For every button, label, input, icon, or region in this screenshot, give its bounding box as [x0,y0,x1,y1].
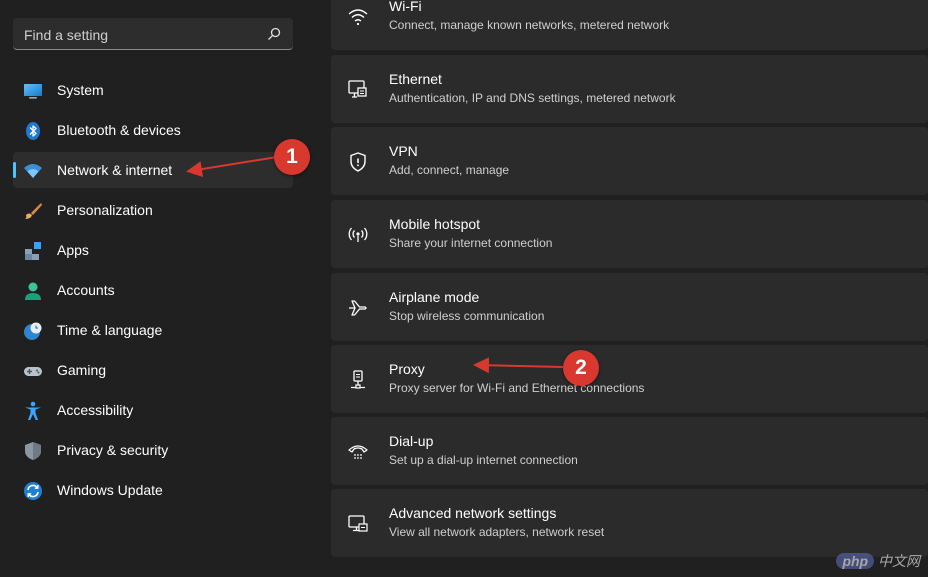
vpn-shield-icon [347,151,369,173]
card-title: Mobile hotspot [389,216,480,232]
sidebar-item-bluetooth[interactable]: Bluetooth & devices [13,112,293,148]
watermark-text: 中文网 [878,553,920,569]
search-input[interactable]: Find a setting [24,27,108,43]
sidebar-item-label: Accounts [57,282,115,298]
sidebar-item-label: Bluetooth & devices [57,122,181,138]
card-proxy[interactable]: Proxy Proxy server for Wi-Fi and Etherne… [331,345,928,413]
proxy-icon [347,369,369,391]
watermark-logo: php [836,553,874,569]
card-vpn[interactable]: VPN Add, connect, manage [331,127,928,195]
sidebar-item-label: Personalization [57,202,153,218]
search-icon[interactable] [267,27,281,41]
selection-indicator [13,162,16,178]
card-mobile-hotspot[interactable]: Mobile hotspot Share your internet conne… [331,200,928,268]
sidebar-item-accounts[interactable]: Accounts [13,272,293,308]
annotation-badge-1: 1 [274,139,310,175]
sidebar: Find a setting System Bluetooth & device… [0,0,310,577]
card-title: Airplane mode [389,289,479,305]
card-title: Proxy [389,361,425,377]
card-subtitle: Stop wireless communication [389,309,544,323]
sidebar-nav: System Bluetooth & devices Network & int… [13,72,293,512]
sidebar-item-label: Network & internet [57,162,172,178]
card-advanced-network-settings[interactable]: Advanced network settings View all netwo… [331,489,928,557]
card-subtitle: Authentication, IP and DNS settings, met… [389,91,676,105]
sidebar-item-apps[interactable]: Apps [13,232,293,268]
card-title: Wi-Fi [389,0,422,14]
card-subtitle: Proxy server for Wi-Fi and Ethernet conn… [389,381,644,395]
card-airplane-mode[interactable]: Airplane mode Stop wireless communicatio… [331,273,928,341]
apps-icon [23,241,43,261]
card-dial-up[interactable]: Dial-up Set up a dial-up internet connec… [331,417,928,485]
clock-globe-icon [23,321,43,341]
sidebar-item-time-language[interactable]: Time & language [13,312,293,348]
card-subtitle: View all network adapters, network reset [389,525,604,539]
sidebar-item-label: Apps [57,242,89,258]
sidebar-item-privacy[interactable]: Privacy & security [13,432,293,468]
sidebar-item-label: Time & language [57,322,162,338]
card-subtitle: Add, connect, manage [389,163,509,177]
airplane-icon [347,297,369,319]
search-box[interactable]: Find a setting [13,18,293,50]
accessibility-icon [23,401,43,421]
wifi-icon [23,161,43,181]
dialup-icon [347,441,369,463]
card-ethernet[interactable]: Ethernet Authentication, IP and DNS sett… [331,55,928,123]
monitor-icon [23,81,43,101]
card-subtitle: Share your internet connection [389,236,552,250]
hotspot-icon [347,224,369,246]
settings-list: Wi-Fi Connect, manage known networks, me… [331,0,928,577]
sidebar-item-windows-update[interactable]: Windows Update [13,472,293,508]
advanced-network-icon [347,513,369,535]
sidebar-item-label: Gaming [57,362,106,378]
sidebar-item-label: Privacy & security [57,442,168,458]
annotation-badge-2: 2 [563,350,599,386]
sidebar-item-system[interactable]: System [13,72,293,108]
ethernet-icon [347,79,369,101]
card-subtitle: Set up a dial-up internet connection [389,453,578,467]
card-wifi[interactable]: Wi-Fi Connect, manage known networks, me… [331,0,928,50]
sidebar-item-gaming[interactable]: Gaming [13,352,293,388]
card-title: VPN [389,143,418,159]
update-icon [23,481,43,501]
card-title: Ethernet [389,71,442,87]
wifi-icon [347,6,369,28]
sidebar-item-accessibility[interactable]: Accessibility [13,392,293,428]
sidebar-item-personalization[interactable]: Personalization [13,192,293,228]
watermark: php 中文网 [836,551,920,571]
sidebar-item-network[interactable]: Network & internet [13,152,293,188]
brush-icon [23,201,43,221]
bluetooth-icon [23,121,43,141]
card-subtitle: Connect, manage known networks, metered … [389,18,669,32]
shield-icon [23,441,43,461]
person-icon [23,281,43,301]
card-title: Advanced network settings [389,505,556,521]
sidebar-item-label: System [57,82,104,98]
card-title: Dial-up [389,433,433,449]
sidebar-item-label: Accessibility [57,402,133,418]
sidebar-item-label: Windows Update [57,482,163,498]
gamepad-icon [23,361,43,381]
